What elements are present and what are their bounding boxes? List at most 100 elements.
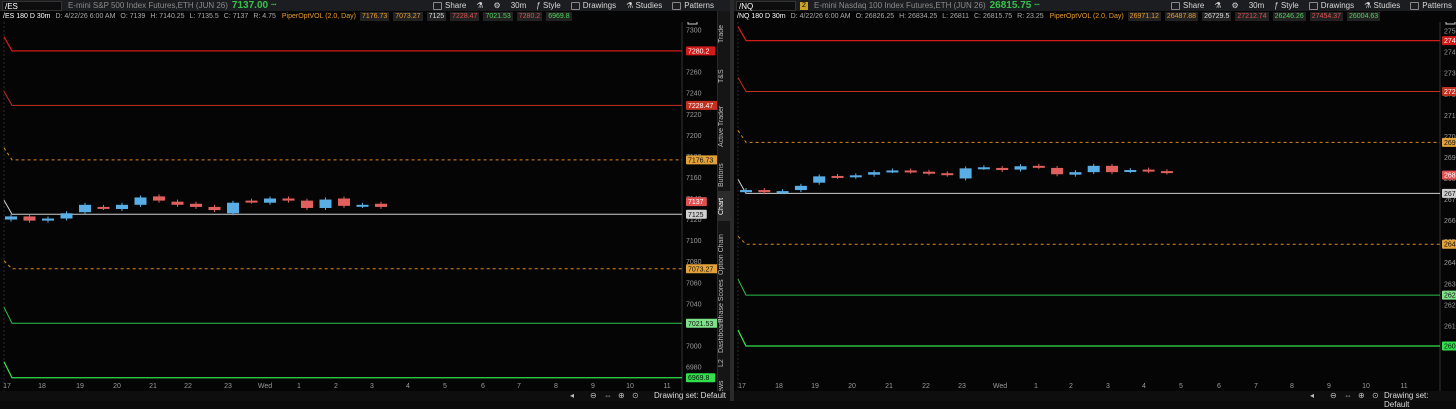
- side-tab[interactable]: Active Trader: [718, 103, 730, 149]
- patterns-button[interactable]: Patterns: [1410, 1, 1452, 10]
- share-button[interactable]: Share: [433, 1, 466, 10]
- candle-body: [264, 198, 276, 203]
- flask-button[interactable]: ⚗: [1214, 1, 1221, 10]
- candle-body: [904, 170, 917, 173]
- price-tag: 7021.53: [688, 321, 713, 328]
- y-tick-label: 7160: [686, 175, 702, 182]
- studies-icon: ⚗: [1364, 1, 1372, 10]
- last-price: 26815.75: [989, 0, 1032, 11]
- chart-header: /NQ 2 E-mini Nasdaq 100 Index Futures,ET…: [734, 0, 1456, 11]
- chart-info-bar: /NQ 180 D 30m D: 4/22/26 6:00 AM O: 26826.…: [734, 11, 1381, 22]
- timeframe-button[interactable]: 30m: [511, 1, 527, 10]
- studies-label: Studies: [635, 1, 663, 10]
- side-tab[interactable]: Trade: [718, 19, 730, 49]
- symbol-input[interactable]: /NQ: [736, 0, 796, 11]
- zoom-in-icon[interactable]: ⊕: [618, 391, 625, 400]
- es-chart-panel[interactable]: /ES E-mini S&P 500 Index Futures,ETH (JU…: [0, 0, 730, 401]
- style-label: Style: [1280, 1, 1299, 10]
- share-label: Share: [1183, 1, 1205, 10]
- x-tick-label: 5: [443, 383, 447, 390]
- candle-body: [959, 168, 972, 179]
- candle-body: [116, 204, 128, 210]
- study-name[interactable]: PiperOptVOL (2.0, Day): [282, 13, 356, 20]
- drawings-button[interactable]: Drawings: [1308, 1, 1354, 10]
- candle-body: [794, 185, 807, 191]
- candle-body: [79, 204, 91, 213]
- drawings-icon: [570, 1, 580, 10]
- study-name[interactable]: PiperOptVOL (2.0, Day): [1050, 13, 1124, 20]
- x-tick-label: 18: [775, 383, 783, 390]
- style-button[interactable]: ƒ Style: [1274, 1, 1298, 10]
- zoom-out-icon[interactable]: ⊖: [1330, 391, 1337, 400]
- candle-body: [776, 191, 789, 194]
- share-button[interactable]: Share: [1171, 1, 1204, 10]
- study-value: 26971.12: [1127, 12, 1161, 21]
- change-info: ▪▪▪: [271, 2, 277, 8]
- pan-icon[interactable]: ⇔: [1344, 391, 1352, 400]
- side-tab[interactable]: T&S: [718, 57, 730, 95]
- timeframe-button[interactable]: 30m: [1249, 1, 1265, 10]
- drawing-set-label[interactable]: Drawing set: Default: [1384, 391, 1456, 409]
- y-tick-label: 7260: [686, 70, 702, 77]
- x-tick-label: 23: [958, 383, 966, 390]
- y-tick-label: 26100: [1444, 323, 1456, 330]
- patterns-button[interactable]: Patterns: [672, 1, 714, 10]
- y-tick-label: 26900: [1444, 155, 1456, 162]
- price-chart[interactable]: 7300728072607240722072007180716071407120…: [0, 22, 718, 391]
- drawings-button[interactable]: Drawings: [570, 1, 616, 10]
- x-tick-label: 21: [885, 383, 893, 390]
- candle-body: [301, 200, 313, 208]
- drawing-set-label[interactable]: Drawing set: Default: [654, 391, 726, 400]
- y-tick-label: 7300: [686, 28, 702, 35]
- x-tick-label: 4: [406, 383, 410, 390]
- scroll-left-icon[interactable]: ◂: [1310, 391, 1314, 400]
- y-tick-label: 7100: [686, 238, 702, 245]
- candle-body: [868, 172, 881, 175]
- x-tick-label: 18: [38, 383, 46, 390]
- studies-icon: ⚗: [626, 1, 634, 10]
- x-tick-label: 11: [663, 383, 670, 390]
- x-tick-label: 3: [370, 383, 374, 390]
- price-chart[interactable]: 2750027400273002720027100270002690026800…: [734, 22, 1456, 391]
- upper-red-band-2: [3, 36, 682, 52]
- settings-button[interactable]: ⚙: [494, 1, 501, 10]
- mid-line: [737, 179, 1440, 194]
- side-tab[interactable]: Phase Scores: [718, 279, 730, 323]
- nq-chart-panel[interactable]: /NQ 2 E-mini Nasdaq 100 Index Futures,ET…: [734, 0, 1456, 409]
- side-tab[interactable]: Dashboard: [718, 319, 730, 353]
- zoom-fit-icon[interactable]: ⊙: [632, 391, 639, 400]
- flask-icon: ⚗: [1214, 1, 1222, 10]
- candle-body: [1142, 169, 1155, 172]
- scroll-left-icon[interactable]: ◂: [570, 391, 574, 400]
- side-tab[interactable]: Chart: [718, 191, 730, 221]
- flask-button[interactable]: ⚗: [476, 1, 483, 10]
- candle-body: [977, 167, 990, 170]
- x-tick-label: 1: [1034, 383, 1038, 390]
- candle-body: [813, 176, 826, 183]
- pan-icon[interactable]: ⇔: [604, 391, 612, 400]
- x-tick-label: 6: [481, 383, 485, 390]
- studies-button[interactable]: ⚗ Studies: [1364, 1, 1400, 10]
- zoom-in-icon[interactable]: ⊕: [1358, 391, 1365, 400]
- side-tab[interactable]: L2: [718, 353, 730, 373]
- zoom-out-icon[interactable]: ⊖: [590, 391, 597, 400]
- studies-button[interactable]: ⚗ Studies: [626, 1, 662, 10]
- x-tick-label: 22: [184, 383, 192, 390]
- x-tick-label: 6: [1217, 383, 1221, 390]
- candle-body: [758, 190, 771, 193]
- style-button[interactable]: ƒ Style: [536, 1, 560, 10]
- price-tag: 7073.27: [688, 266, 713, 273]
- settings-button[interactable]: ⚙: [1232, 1, 1239, 10]
- study-value: 7125: [426, 12, 447, 21]
- symbol-input[interactable]: /ES: [2, 0, 62, 11]
- price-tag: 26729.5: [1444, 191, 1456, 198]
- instrument-description: E-mini Nasdaq 100 Index Futures,ETH (JUN…: [814, 1, 986, 10]
- side-tab[interactable]: Option Chain: [718, 233, 730, 277]
- candle-body: [42, 218, 54, 221]
- x-tick-label: Wed: [258, 383, 272, 390]
- link-group-badge[interactable]: 2: [800, 1, 808, 10]
- zoom-fit-icon[interactable]: ⊙: [1372, 391, 1379, 400]
- study-value: 26487.88: [1164, 12, 1199, 21]
- x-tick-label: 8: [1290, 383, 1294, 390]
- style-icon: ƒ: [536, 1, 541, 10]
